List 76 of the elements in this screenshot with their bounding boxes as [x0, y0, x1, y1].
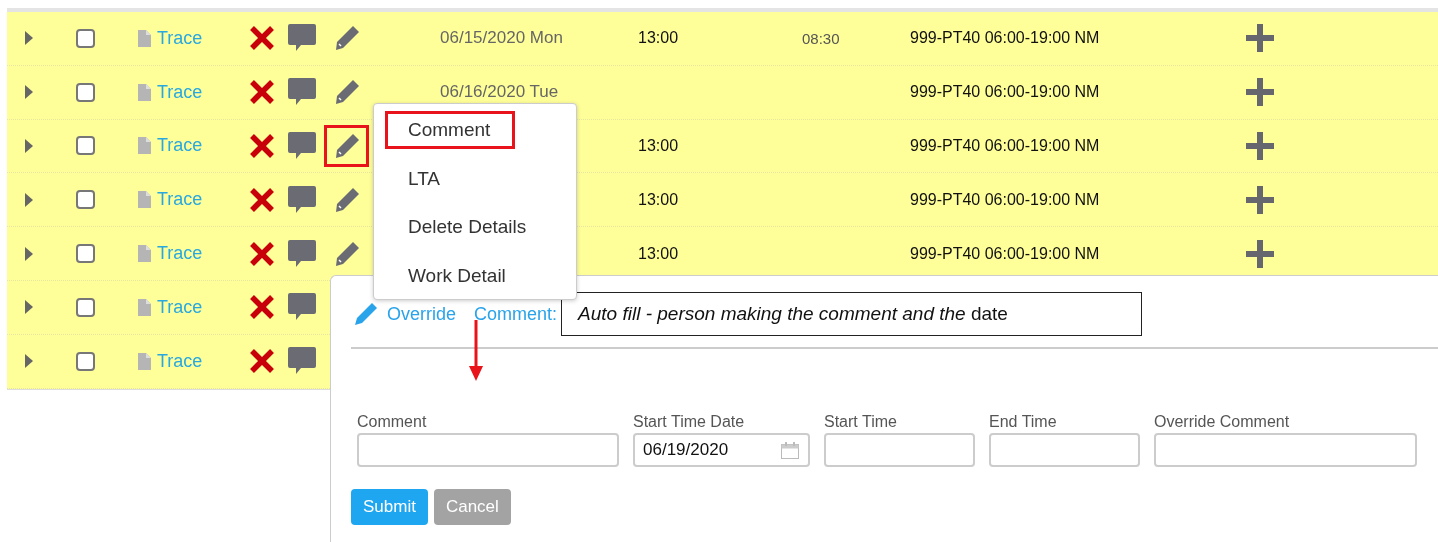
menu-item[interactable]: Delete Details [385, 208, 552, 247]
shift-text: 999-PT40 06:00-19:00 NM [910, 137, 1100, 155]
pencil-icon [353, 301, 379, 327]
checkbox[interactable] [75, 244, 95, 264]
document-icon [138, 29, 151, 47]
speech-bubble-icon[interactable] [287, 131, 317, 161]
checkbox[interactable] [75, 351, 95, 371]
trace-link[interactable]: Trace [157, 135, 203, 157]
shift-text: 999-PT40 06:00-19:00 NM [910, 83, 1100, 102]
expand-icon[interactable] [23, 191, 34, 208]
field-label: Comment [357, 413, 428, 431]
checkbox[interactable] [75, 82, 95, 102]
plus-icon[interactable] [1245, 77, 1275, 108]
checkbox[interactable] [75, 297, 95, 317]
delete-icon[interactable] [248, 134, 275, 158]
document-icon [138, 245, 151, 263]
time-text: 08:30 [802, 29, 840, 47]
input-field[interactable] [1154, 433, 1417, 467]
shift-text: 999-PT40 06:00-19:00 NM [910, 190, 1100, 209]
date-text: 06/15/2020 Mon [440, 28, 563, 49]
field-label: Start Time [824, 413, 898, 431]
cancel-button[interactable]: Cancel [433, 489, 511, 525]
document-icon [138, 191, 151, 209]
time-text: 13:00 [638, 244, 679, 263]
trace-link[interactable]: Trace [157, 27, 203, 49]
plus-icon[interactable] [1245, 131, 1275, 161]
shift-text: 999-PT40 06:00-19:00 NM [910, 244, 1100, 263]
delete-icon[interactable] [248, 349, 275, 374]
time-text: 13:00 [638, 190, 679, 209]
trace-link[interactable]: Trace [157, 350, 203, 372]
time-text: 13:00 [638, 29, 679, 48]
delete-icon[interactable] [248, 187, 275, 212]
document-icon [138, 137, 151, 155]
input-field[interactable] [357, 433, 619, 467]
expand-icon[interactable] [23, 353, 34, 370]
callout-note: Auto fill - person making the comment and the date [561, 292, 1143, 336]
input-field[interactable] [824, 433, 975, 467]
panel-subtitle: Comment: [474, 303, 558, 325]
trace-link[interactable]: Trace [157, 81, 203, 103]
date-field[interactable]: 06/19/2020 [633, 433, 810, 467]
field-label: Override Comment [1154, 413, 1291, 431]
delete-icon[interactable] [248, 295, 275, 320]
menu-item[interactable]: LTA [385, 159, 466, 198]
plus-icon[interactable] [1245, 23, 1275, 54]
menu-item[interactable]: Work Detail [385, 256, 531, 295]
field-label: Start Time Date [633, 413, 746, 431]
plus-icon[interactable] [1245, 184, 1275, 215]
plus-icon[interactable] [1245, 238, 1275, 269]
annotation-arrow [468, 320, 484, 382]
delete-icon[interactable] [248, 26, 275, 51]
expand-icon[interactable] [23, 245, 34, 262]
field-label: End Time [989, 413, 1058, 431]
time-text: 13:00 [638, 137, 679, 155]
shift-text: 999-PT40 06:00-19:00 NM [910, 29, 1100, 48]
document-icon [138, 298, 151, 316]
speech-bubble-icon[interactable] [287, 238, 317, 269]
document-icon [138, 352, 151, 370]
trace-link[interactable]: Trace [157, 189, 203, 211]
panel-title: Override [387, 303, 457, 325]
input-field[interactable] [989, 433, 1140, 467]
checkbox[interactable] [75, 190, 95, 210]
expand-icon[interactable] [23, 138, 34, 154]
speech-bubble-icon[interactable] [287, 184, 317, 215]
expand-icon[interactable] [23, 299, 34, 316]
submit-button[interactable]: Submit [351, 489, 428, 525]
delete-icon[interactable] [248, 241, 275, 266]
menu-item[interactable]: Comment [385, 111, 516, 150]
checkbox[interactable] [75, 28, 95, 48]
date-text: 06/16/2020 Tue [440, 82, 559, 103]
document-icon [138, 83, 151, 101]
trace-link[interactable]: Trace [157, 296, 203, 318]
checkbox[interactable] [75, 136, 95, 156]
delete-icon[interactable] [248, 80, 275, 105]
expand-icon[interactable] [23, 84, 34, 101]
trace-link[interactable]: Trace [157, 243, 203, 265]
expand-icon[interactable] [23, 30, 34, 47]
